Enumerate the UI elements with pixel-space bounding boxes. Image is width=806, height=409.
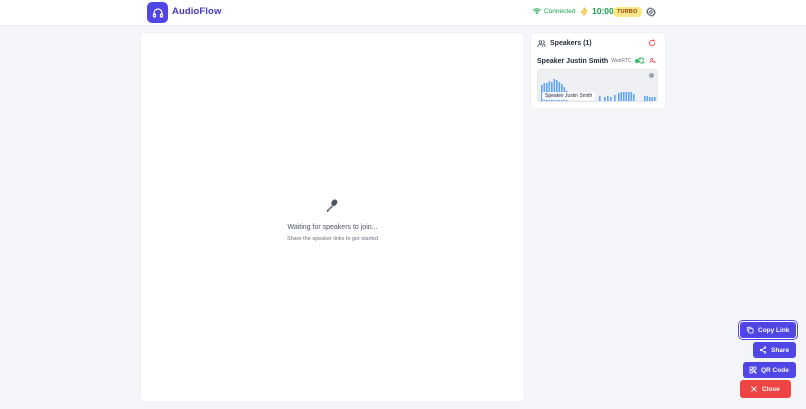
copy-link-button[interactable]: Copy Link: [740, 322, 796, 338]
refresh-icon[interactable]: [648, 39, 656, 47]
speakers-panel: Speakers (1) Speaker Justin Smith WebRTC: [531, 33, 665, 108]
sync-icon[interactable]: [638, 57, 645, 64]
microphone-icon: [325, 198, 341, 219]
share-button[interactable]: Share: [753, 342, 796, 358]
empty-title: Waiting for speakers to join...: [287, 224, 378, 231]
status-text: Connected: [544, 7, 576, 15]
users-icon: [537, 40, 546, 47]
speaker-row: Speaker Justin Smith WebRTC: [537, 56, 659, 66]
empty-state: Waiting for speakers to join... Share th…: [141, 198, 524, 242]
wifi-icon: [533, 8, 541, 15]
share-label: Share: [771, 346, 790, 354]
qr-icon: [749, 366, 757, 374]
turbo-badge: TURBO: [613, 7, 642, 17]
app-header: AudioFlow Connected 10:00 TURBO: [0, 0, 806, 26]
connection-status: Connected: [533, 7, 575, 15]
close-icon: [751, 386, 757, 392]
empty-subtitle: Share the speaker links to get started: [286, 236, 379, 242]
qr-code-label: QR Code: [761, 366, 789, 374]
share-icon: [759, 346, 767, 354]
bolt-icon: [581, 6, 588, 16]
close-label: Close: [762, 385, 780, 393]
app-title: AudioFlow: [172, 6, 222, 17]
headphones-icon: [152, 7, 163, 18]
speaker-preview[interactable]: Speaker Justin Smith: [537, 69, 658, 102]
speaker-name: Speaker Justin Smith: [537, 57, 609, 65]
speakers-header: Speakers (1): [537, 39, 592, 48]
timer-value: 10:00: [592, 6, 614, 16]
speaker-connection-tag: WebRTC: [611, 58, 632, 64]
preview-speaker-label: Speaker Justin Smith: [542, 92, 596, 100]
mute-user-icon[interactable]: [649, 57, 656, 64]
gear-icon[interactable]: [646, 7, 656, 17]
main-stage: Waiting for speakers to join... Share th…: [141, 33, 524, 401]
close-button[interactable]: Close: [740, 380, 791, 398]
copy-link-label: Copy Link: [758, 326, 790, 334]
app-logo: [147, 2, 168, 23]
qr-code-button[interactable]: QR Code: [743, 362, 796, 378]
speakers-title: Speakers (1): [550, 40, 592, 47]
copy-icon: [746, 326, 754, 334]
session-timer: 10:00: [580, 6, 614, 16]
